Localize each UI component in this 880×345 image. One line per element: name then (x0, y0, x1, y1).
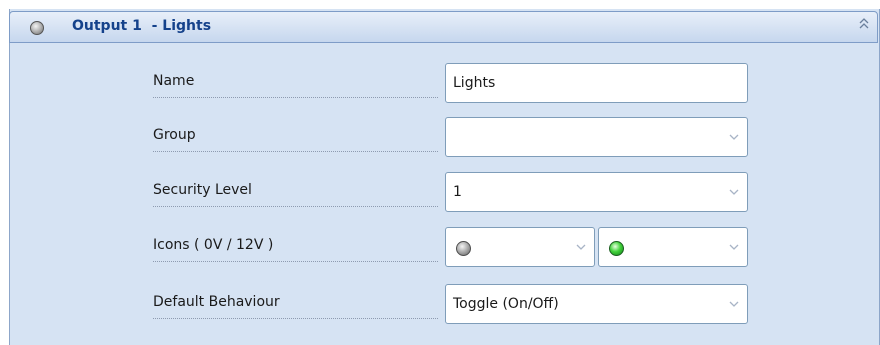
status-dot-grey-icon (30, 21, 44, 35)
default-behaviour-select[interactable]: Toggle (On/Off) (445, 284, 748, 324)
section-title: Output 1 - Lights (72, 18, 212, 34)
grey-dot-icon (456, 241, 471, 256)
icons-row: Icons ( 0V / 12V ) (0, 227, 880, 267)
chevron-down-icon[interactable] (729, 243, 739, 251)
chevron-down-icon[interactable] (729, 133, 739, 141)
group-row: Group (0, 117, 880, 157)
group-label: Group (153, 126, 438, 152)
default-behaviour-row: Default Behaviour Toggle (On/Off) (0, 284, 880, 324)
security-level-row: Security Level 1 (0, 172, 880, 212)
security-level-select[interactable]: 1 (445, 172, 748, 212)
section-header[interactable]: Output 1 - Lights (9, 11, 878, 43)
name-label: Name (153, 72, 438, 98)
chevron-down-icon[interactable] (576, 243, 586, 251)
security-level-label: Security Level (153, 181, 438, 207)
chevron-down-icon[interactable] (729, 300, 739, 308)
name-row: Name Lights (0, 63, 880, 103)
off-icon-select[interactable] (445, 227, 595, 267)
double-chevron-up-icon[interactable] (857, 18, 871, 32)
default-behaviour-label: Default Behaviour (153, 293, 438, 319)
group-select[interactable] (445, 117, 748, 157)
on-icon-select[interactable] (598, 227, 748, 267)
name-input[interactable]: Lights (445, 63, 748, 103)
chevron-down-icon[interactable] (729, 188, 739, 196)
security-level-value: 1 (453, 184, 462, 200)
green-dot-icon (609, 241, 624, 256)
icons-label: Icons ( 0V / 12V ) (153, 236, 438, 262)
default-behaviour-value: Toggle (On/Off) (453, 296, 559, 312)
